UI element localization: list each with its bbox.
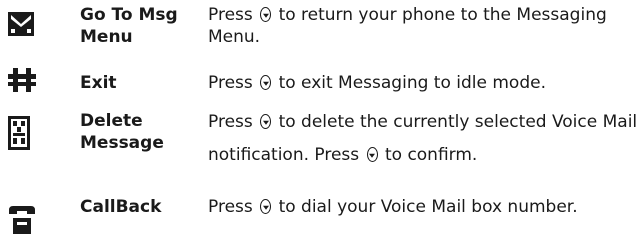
- softkey-description: Press to delete the currently selected V…: [208, 112, 638, 165]
- table-row: Exit Press to exit Messaging to idle mod…: [0, 68, 639, 100]
- softkey-description: Press to dial your Voice Mail box number…: [208, 197, 578, 217]
- nav-key-icon: [260, 7, 272, 22]
- softkey-description: Press to return your phone to the Messag…: [208, 5, 607, 47]
- nav-key-icon: [260, 199, 272, 214]
- phone-icon: [8, 204, 40, 236]
- exit-icon: [8, 68, 40, 92]
- nav-key-icon: [260, 75, 272, 90]
- envelope-menu-icon: [8, 12, 40, 36]
- table-row: CallBack Press to dial your Voice Mail b…: [0, 196, 639, 242]
- delete-icon: [8, 116, 40, 150]
- softkey-label: Go To Msg Menu: [80, 5, 178, 47]
- nav-key-icon: [260, 114, 272, 129]
- softkey-label: CallBack: [80, 197, 162, 217]
- softkey-label: Delete Message: [80, 111, 164, 153]
- softkey-description: Press to exit Messaging to idle mode.: [208, 73, 546, 93]
- table-row: Delete Message Press to delete the curre…: [0, 110, 639, 182]
- nav-key-icon: [366, 147, 378, 162]
- table-row: Go To Msg Menu Press to return your phon…: [0, 4, 639, 60]
- softkey-label: Exit: [80, 73, 117, 93]
